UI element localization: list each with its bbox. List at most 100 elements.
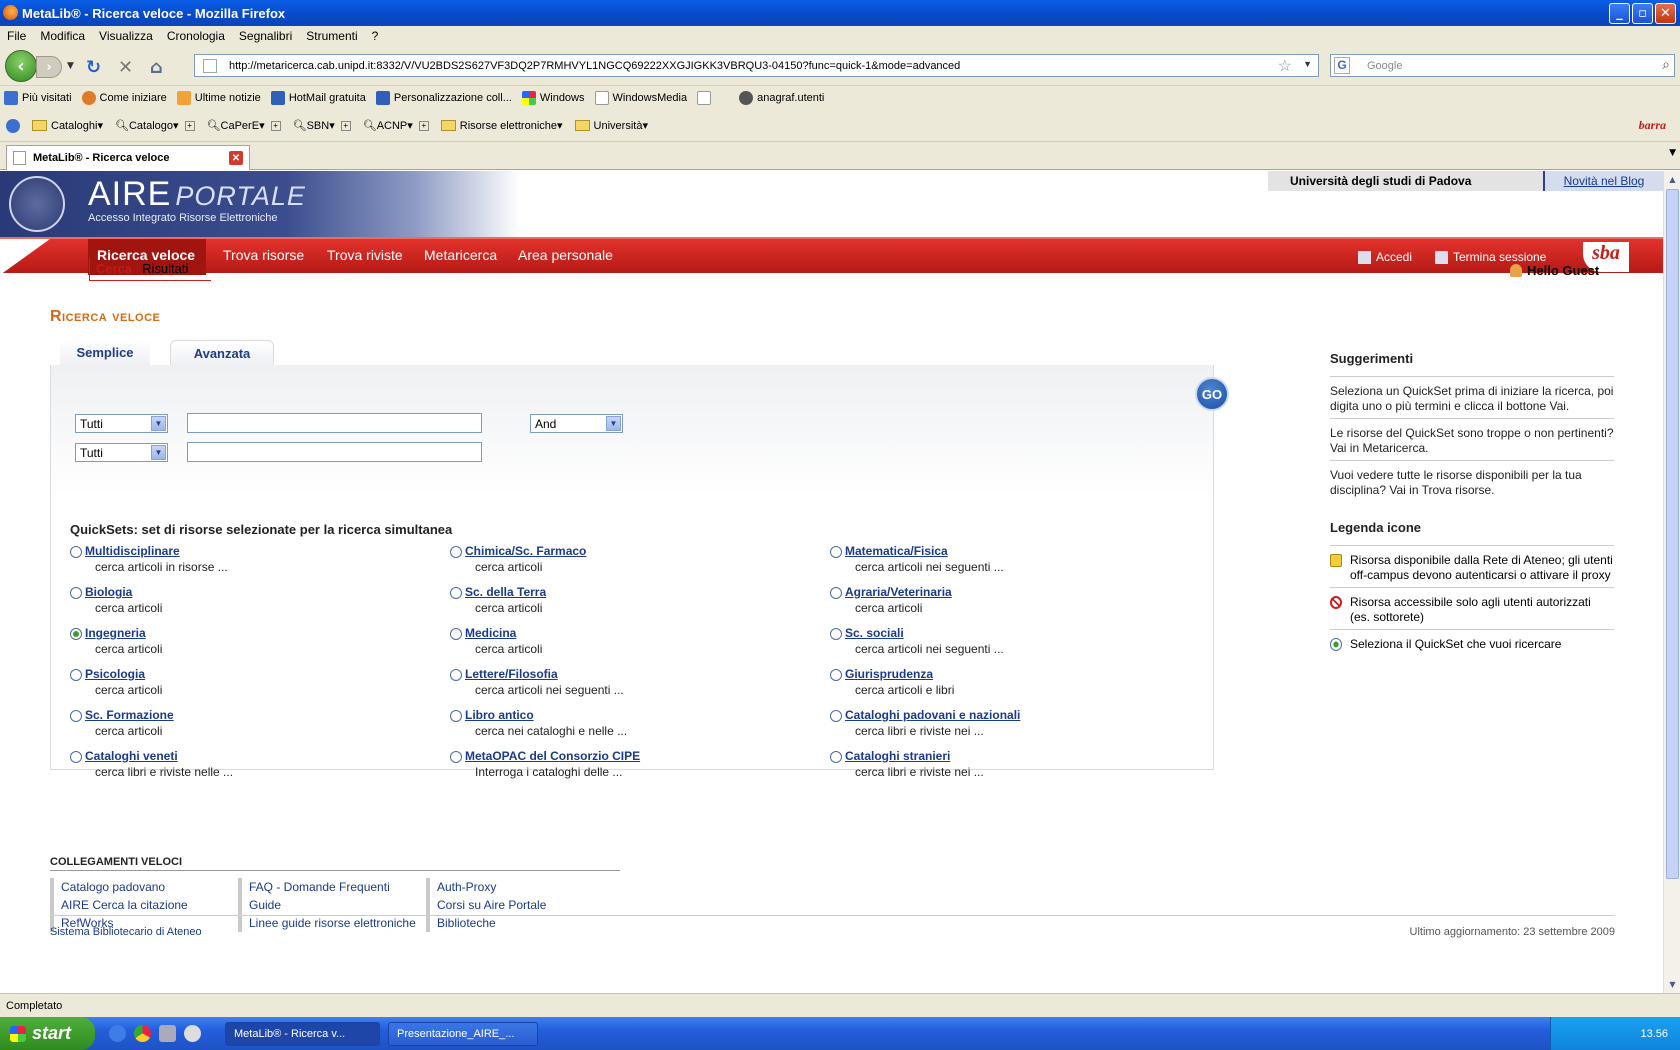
quickset-link[interactable]: Cataloghi veneti <box>85 749 178 763</box>
subtab-risultati[interactable]: Risultati <box>142 261 188 276</box>
toolbar-catalogo[interactable]: 🔍︎ Catalogo ▾ + <box>115 119 195 132</box>
toolbar-sbn[interactable]: 🔍︎ SBN ▾ + <box>293 119 351 132</box>
bookmark-piu-visitati[interactable]: Più visitati <box>4 91 72 105</box>
browser-tab[interactable]: MetaLib® - Ricerca veloce ✕ <box>6 145 250 170</box>
vertical-scrollbar[interactable]: ▲ ▼ <box>1663 171 1680 993</box>
nav-trova-riviste[interactable]: Trova riviste <box>327 247 403 263</box>
show-desktop-icon[interactable] <box>159 1025 176 1042</box>
logout-link[interactable]: Termina sessione <box>1435 250 1546 264</box>
quickset-link[interactable]: Sc. della Terra <box>465 585 546 599</box>
bookmark-star-icon[interactable]: ☆ <box>1278 56 1292 76</box>
tab-avanzata[interactable]: Avanzata <box>170 340 274 365</box>
quickset-link[interactable]: Cataloghi stranieri <box>845 749 950 763</box>
quickset-radio[interactable] <box>70 587 82 599</box>
quickset-link[interactable]: Agraria/Veterinaria <box>845 585 952 599</box>
link-corsi[interactable]: Corsi su Aire Portale <box>426 896 546 914</box>
quickset-radio[interactable] <box>70 546 82 558</box>
bookmark-personalizzazione[interactable]: Personalizzazione coll... <box>375 91 512 105</box>
tab-list-icon[interactable]: ▼ <box>1669 148 1676 158</box>
search-input[interactable]: G Google ⌕ <box>1330 54 1675 77</box>
chrome-icon[interactable] <box>134 1025 151 1042</box>
task-firefox[interactable]: MetaLib® - Ricerca v... <box>225 1021 380 1046</box>
quickset-radio[interactable] <box>830 751 842 763</box>
url-dropdown-icon[interactable]: ▼ <box>1303 59 1312 69</box>
scroll-thumb[interactable] <box>1666 189 1679 879</box>
bookmark-hotmail[interactable]: HotMail gratuita <box>270 91 366 105</box>
toolbar-risorse[interactable]: Risorse elettroniche ▾ <box>440 119 563 132</box>
quickset-radio[interactable] <box>830 628 842 640</box>
menu-help[interactable]: ? <box>365 29 386 43</box>
media-icon[interactable] <box>184 1025 201 1042</box>
ie-icon[interactable] <box>109 1025 126 1042</box>
nav-area-personale[interactable]: Area personale <box>518 247 613 263</box>
bookmark-ultime-notizie[interactable]: Ultime notizie <box>176 91 261 105</box>
quickset-radio[interactable] <box>450 628 462 640</box>
menu-strumenti[interactable]: Strumenti <box>299 29 364 43</box>
search-term-input-2[interactable] <box>187 442 482 462</box>
toolbar-cataloghi[interactable]: Cataloghi ▾ <box>32 119 103 132</box>
close-tab-icon[interactable]: ✕ <box>229 151 243 165</box>
blog-link[interactable]: Novità nel Blog <box>1543 171 1663 191</box>
quickset-link[interactable]: Ingegneria <box>85 626 146 640</box>
quickset-link[interactable]: Sc. Formazione <box>85 708 174 722</box>
link-faq[interactable]: FAQ - Domande Frequenti <box>238 878 416 896</box>
stop-icon[interactable]: ✕ <box>118 57 133 78</box>
toolbar-capere[interactable]: 🔍︎ CaPerE ▾ + <box>207 119 281 132</box>
link-biblioteche[interactable]: Biblioteche <box>426 914 546 932</box>
history-dropdown-icon[interactable]: ▼ <box>67 61 74 71</box>
quickset-link[interactable]: Medicina <box>465 626 516 640</box>
bookmark-come-iniziare[interactable]: Come iniziare <box>81 91 167 105</box>
quickset-radio[interactable] <box>450 546 462 558</box>
address-bar[interactable]: http://metaricerca.cab.unipd.it:8332/V/V… <box>194 54 1319 77</box>
forward-button[interactable]: › <box>36 56 62 78</box>
quickset-radio[interactable] <box>450 587 462 599</box>
nav-trova-risorse[interactable]: Trova risorse <box>223 247 304 263</box>
quickset-radio[interactable] <box>830 669 842 681</box>
reload-icon[interactable]: ↻ <box>86 57 101 78</box>
back-button[interactable]: ‹ <box>5 50 37 82</box>
quickset-radio[interactable] <box>830 587 842 599</box>
site-logo[interactable]: AIRE PORTALE <box>88 175 306 214</box>
plus-icon[interactable]: + <box>184 120 195 131</box>
quickset-link[interactable]: Cataloghi padovani e nazionali <box>845 708 1020 722</box>
scroll-down-icon[interactable]: ▼ <box>1666 977 1679 992</box>
quickset-link[interactable]: Biologia <box>85 585 132 599</box>
quickset-link[interactable]: Multidisciplinare <box>85 544 180 558</box>
search-icon[interactable]: ⌕ <box>1662 56 1670 73</box>
minimize-button[interactable]: _ <box>1609 3 1630 24</box>
menu-cronologia[interactable]: Cronologia <box>160 29 232 43</box>
plus-icon[interactable]: + <box>270 120 281 131</box>
quickset-link[interactable]: Giurisprudenza <box>845 667 933 681</box>
bookmark-windows[interactable]: Windows <box>521 91 585 105</box>
go-button[interactable]: GO <box>1195 377 1229 411</box>
quickset-radio[interactable] <box>830 546 842 558</box>
search-term-input-1[interactable] <box>187 413 482 433</box>
quickset-link[interactable]: Sc. sociali <box>845 626 904 640</box>
quickset-link[interactable]: Chimica/Sc. Farmaco <box>465 544 586 558</box>
bookmark-windowsmedia[interactable]: WindowsMedia <box>594 91 687 105</box>
plus-icon[interactable]: + <box>340 120 351 131</box>
link-aire-cerca-citazione[interactable]: AIRE Cerca la citazione <box>50 896 188 914</box>
link-auth-proxy[interactable]: Auth-Proxy <box>426 878 546 896</box>
menu-segnalibri[interactable]: Segnalibri <box>232 29 299 43</box>
quickset-radio[interactable] <box>450 669 462 681</box>
field-select-2[interactable]: Tutti ▼ <box>75 443 168 462</box>
info-icon[interactable] <box>6 118 20 133</box>
maximize-button[interactable]: ▫ <box>1632 3 1653 24</box>
bookmark-anagraf[interactable]: anagraf.utenti <box>739 91 824 105</box>
operator-select[interactable]: And ▼ <box>530 414 623 433</box>
menu-modifica[interactable]: Modifica <box>33 29 92 43</box>
quickset-radio[interactable] <box>450 710 462 722</box>
footer-sba-link[interactable]: Sistema Bibliotecario di Ateneo <box>50 926 202 938</box>
quickset-link[interactable]: MetaOPAC del Consorzio CIPE <box>465 749 640 763</box>
plus-icon[interactable]: + <box>418 120 429 131</box>
menu-file[interactable]: File <box>0 29 33 43</box>
field-select-1[interactable]: Tutti ▼ <box>75 414 168 433</box>
start-button[interactable]: start <box>0 1017 95 1050</box>
link-guide[interactable]: Guide <box>238 896 416 914</box>
toolbar-universita[interactable]: Università ▾ <box>574 119 648 132</box>
quickset-radio[interactable] <box>830 710 842 722</box>
quickset-link[interactable]: Matematica/Fisica <box>845 544 948 558</box>
quickset-radio[interactable] <box>70 751 82 763</box>
quickset-radio[interactable] <box>70 628 82 640</box>
